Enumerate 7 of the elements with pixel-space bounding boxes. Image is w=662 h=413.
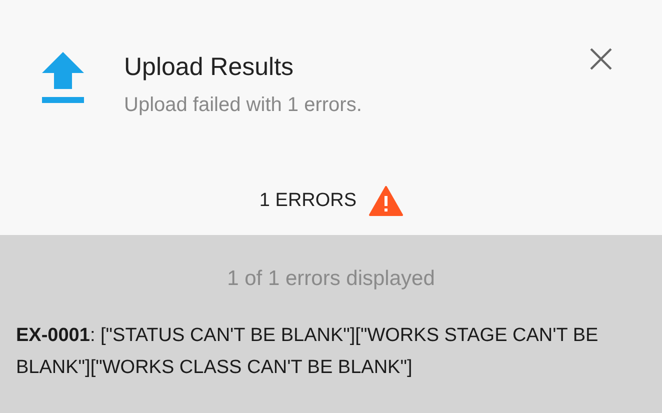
warning-icon bbox=[368, 186, 403, 216]
upload-icon bbox=[42, 52, 84, 103]
error-message: EX-0001: ["STATUS CAN'T BE BLANK"]["WORKS STAGE CAN'T BE BLANK"]["WORKS CLASS CAN'T BE BLANK"] bbox=[16, 324, 600, 380]
error-count: 1 ERRORS bbox=[259, 188, 357, 213]
errors-summary: 1 of 1 errors displayed bbox=[226, 266, 436, 292]
dialog-subtitle: Upload failed with 1 errors. bbox=[124, 93, 362, 118]
dialog-title: Upload Results bbox=[124, 52, 295, 83]
